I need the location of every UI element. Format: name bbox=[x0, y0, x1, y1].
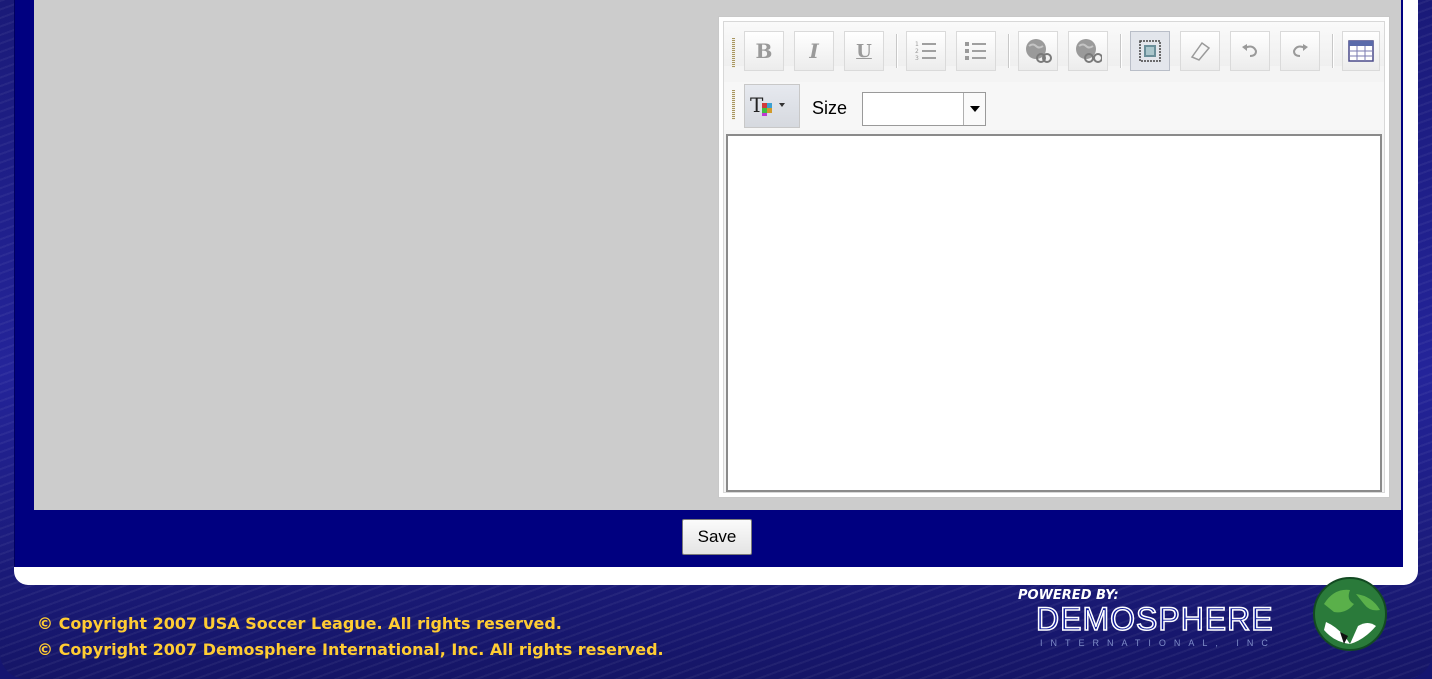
unordered-list-icon bbox=[965, 42, 986, 60]
remove-link-button[interactable] bbox=[1068, 31, 1108, 71]
undo-icon bbox=[1242, 44, 1258, 57]
svg-text:T: T bbox=[750, 93, 764, 117]
underline-button[interactable]: U bbox=[844, 31, 884, 71]
toolbar-separator bbox=[1120, 34, 1122, 68]
insert-link-button[interactable] bbox=[1018, 31, 1058, 71]
font-size-select[interactable] bbox=[862, 92, 986, 126]
redo-button[interactable] bbox=[1280, 31, 1320, 71]
text-color-button[interactable]: T bbox=[744, 84, 800, 128]
demosphere-logo[interactable]: DEMOSPHERE bbox=[1035, 601, 1320, 637]
toolbar-grip[interactable] bbox=[732, 90, 735, 120]
save-button[interactable]: Save bbox=[682, 519, 752, 555]
bold-button[interactable]: B bbox=[744, 31, 784, 71]
underline-icon: U bbox=[856, 40, 872, 62]
toolbar-grip[interactable] bbox=[732, 38, 735, 68]
size-label: Size bbox=[812, 98, 848, 118]
undo-button[interactable] bbox=[1230, 31, 1270, 71]
toolbar-separator bbox=[896, 34, 898, 68]
bold-icon: B bbox=[755, 39, 773, 63]
rich-text-editor: B I U 1 2 3 T Size bbox=[718, 16, 1390, 498]
select-all-icon bbox=[1139, 40, 1161, 62]
insert-table-button[interactable] bbox=[1342, 31, 1380, 71]
editor-content-area[interactable] bbox=[726, 134, 1382, 492]
eraser-icon bbox=[1190, 41, 1211, 61]
demosphere-logo-subtitle: INTERNATIONAL, INC bbox=[1040, 638, 1276, 648]
font-size-dropdown-arrow[interactable] bbox=[963, 93, 985, 125]
redo-icon bbox=[1292, 44, 1308, 57]
ordered-list-icon: 1 2 3 bbox=[915, 41, 936, 62]
footer-copyright-demosphere: © Copyright 2007 Demosphere Internationa… bbox=[37, 640, 664, 659]
eraser-button[interactable] bbox=[1180, 31, 1220, 71]
editor-body: B I U 1 2 3 T Size bbox=[723, 21, 1385, 493]
svg-text:2: 2 bbox=[915, 48, 919, 55]
text-color-icon: T bbox=[750, 93, 785, 117]
chevron-down-icon bbox=[969, 106, 980, 112]
unordered-list-button[interactable] bbox=[956, 31, 996, 71]
globe-unlink-icon bbox=[1076, 39, 1102, 63]
editor-toolbar-row-1: B I U 1 2 3 bbox=[724, 22, 1384, 71]
italic-button[interactable]: I bbox=[794, 31, 834, 71]
chevron-down-icon bbox=[779, 103, 785, 107]
footer-copyright-league: © Copyright 2007 USA Soccer League. All … bbox=[37, 614, 562, 633]
select-all-button[interactable] bbox=[1130, 31, 1170, 71]
globe-link-icon bbox=[1026, 39, 1052, 63]
toolbar-separator bbox=[1332, 34, 1334, 68]
table-icon bbox=[1348, 40, 1374, 62]
svg-text:3: 3 bbox=[915, 55, 919, 62]
toolbar-separator bbox=[1008, 34, 1010, 68]
ordered-list-button[interactable]: 1 2 3 bbox=[906, 31, 946, 71]
svg-text:1: 1 bbox=[915, 41, 919, 48]
italic-icon: I bbox=[809, 39, 819, 63]
soccer-globe-icon bbox=[1313, 577, 1387, 651]
